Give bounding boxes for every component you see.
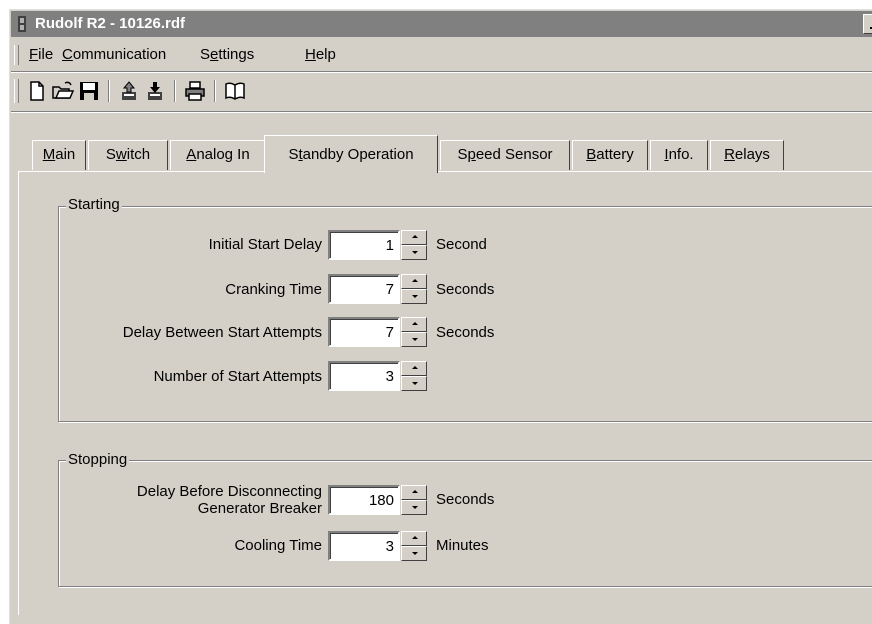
tab-info[interactable]: Info. — [650, 140, 708, 170]
toolbar — [11, 73, 872, 109]
new-file-icon[interactable] — [25, 79, 49, 103]
initial-start-delay-input[interactable] — [332, 234, 396, 256]
spin-up-button[interactable] — [401, 274, 427, 289]
delay-before-disconnecting-field[interactable] — [328, 485, 400, 515]
delay-before-disconnecting-generator-breaker-label: Delay Before Disconnecting Generator Bre… — [136, 483, 322, 517]
cooling-time-input[interactable] — [332, 535, 396, 557]
spin-down-button[interactable] — [401, 245, 427, 260]
title-bar[interactable]: Rudolf R2 - 10126.rdf — [11, 11, 872, 37]
menubar-grip[interactable] — [14, 45, 19, 65]
starting-group-title: Starting — [66, 196, 122, 213]
tab-analog-in[interactable]: Analog In — [170, 140, 266, 170]
tab-relays[interactable]: Relays — [710, 140, 784, 170]
cranking-time-input[interactable] — [332, 278, 396, 300]
spin-up-button[interactable] — [401, 317, 427, 332]
spin-up-button[interactable] — [401, 531, 427, 546]
cranking-time-spinner[interactable] — [401, 274, 427, 304]
delay-between-start-attempts-unit: Seconds — [436, 324, 495, 341]
cooling-time-spinner[interactable] — [401, 531, 427, 561]
spin-down-button[interactable] — [401, 500, 427, 515]
stopping-group-title: Stopping — [66, 451, 130, 468]
initial-start-delay-field[interactable] — [328, 230, 400, 260]
delay-between-start-attempts-spinner[interactable] — [401, 317, 427, 347]
spin-up-button[interactable] — [401, 485, 427, 500]
delay-before-disconnecting-spinner[interactable] — [401, 485, 427, 515]
tab-battery[interactable]: Battery — [572, 140, 648, 170]
cooling-time-label: Cooling Time — [234, 537, 322, 554]
book-icon[interactable] — [223, 79, 247, 103]
spin-down-button[interactable] — [401, 332, 427, 347]
minimize-button[interactable] — [863, 14, 872, 34]
menu-help[interactable]: Help — [305, 46, 336, 63]
initial-start-delay-label: Initial Start Delay — [208, 236, 322, 253]
number-of-start-attempts-input[interactable] — [332, 365, 396, 387]
spin-up-button[interactable] — [401, 230, 427, 245]
initial-start-delay-unit: Second — [436, 236, 487, 253]
cranking-time-label: Cranking Time — [225, 281, 322, 298]
spin-down-button[interactable] — [401, 376, 427, 391]
upload-icon[interactable] — [117, 79, 141, 103]
cranking-time-unit: Seconds — [436, 281, 495, 298]
spin-down-button[interactable] — [401, 289, 427, 304]
spin-down-button[interactable] — [401, 546, 427, 561]
toolbar-grip[interactable] — [14, 79, 19, 103]
print-icon[interactable] — [183, 79, 207, 103]
stopping-group — [58, 460, 872, 587]
tab-main[interactable]: Main — [32, 140, 86, 170]
toolbar-separator-line — [11, 111, 872, 113]
delay-before-disconnecting-input[interactable] — [332, 489, 396, 511]
menu-file[interactable]: File — [29, 46, 53, 63]
menu-communication[interactable]: Communication — [62, 46, 166, 63]
toolbar-separator — [108, 80, 110, 102]
spin-up-button[interactable] — [401, 361, 427, 376]
tab-standby-operation[interactable]: Standby Operation — [264, 135, 438, 173]
number-of-start-attempts-field[interactable] — [328, 361, 400, 391]
app-icon — [18, 16, 26, 32]
window-title: Rudolf R2 - 10126.rdf — [35, 15, 186, 32]
download-icon[interactable] — [143, 79, 167, 103]
delay-before-disconnecting-unit: Seconds — [436, 491, 495, 508]
menu-bar: File Communication Settings Help — [11, 39, 872, 69]
cooling-time-unit: Minutes — [436, 537, 489, 554]
tab-speed-sensor[interactable]: Speed Sensor — [440, 140, 570, 170]
save-icon[interactable] — [77, 79, 101, 103]
open-folder-icon[interactable] — [51, 79, 75, 103]
cranking-time-field[interactable] — [328, 274, 400, 304]
tab-switch[interactable]: Switch — [88, 140, 168, 170]
delay-between-start-attempts-input[interactable] — [332, 321, 396, 343]
delay-between-start-attempts-field[interactable] — [328, 317, 400, 347]
cooling-time-field[interactable] — [328, 531, 400, 561]
toolbar-separator — [214, 80, 216, 102]
delay-between-start-attempts-label: Delay Between Start Attempts — [122, 324, 322, 341]
number-of-start-attempts-label: Number of Start Attempts — [153, 368, 322, 385]
number-of-start-attempts-spinner[interactable] — [401, 361, 427, 391]
initial-start-delay-spinner[interactable] — [401, 230, 427, 260]
toolbar-separator — [174, 80, 176, 102]
menu-settings[interactable]: Settings — [200, 46, 254, 63]
